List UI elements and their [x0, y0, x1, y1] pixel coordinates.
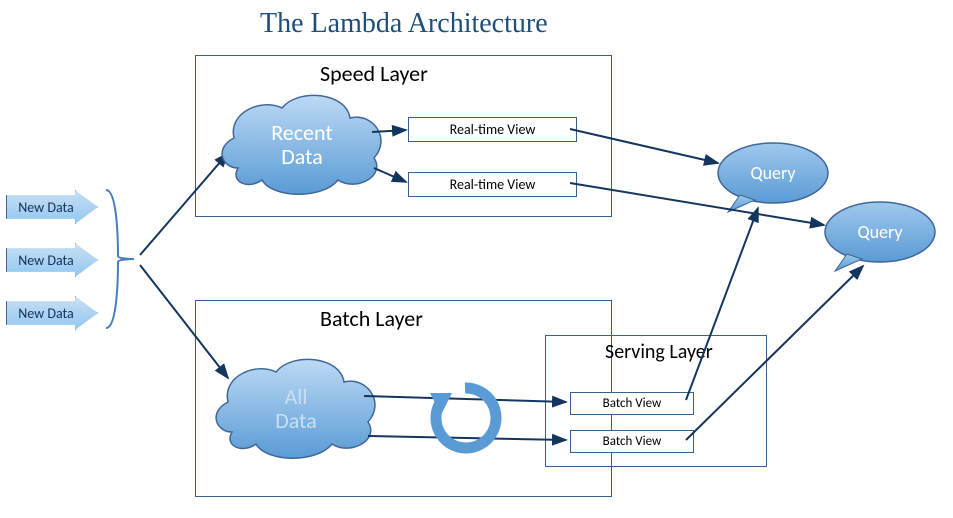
query-bubble: Query [825, 202, 935, 271]
new-data-arrow: New Data [6, 243, 98, 277]
batch-view-box: Batch View [570, 430, 694, 453]
query-bubble: Query [718, 143, 828, 212]
realtime-view-box: Real-time View [408, 117, 577, 142]
serving-layer-label: Serving Layer [605, 340, 713, 364]
batch-layer-label: Batch Layer [320, 305, 423, 332]
new-data-arrow: New Data [6, 296, 98, 330]
svg-text:Query: Query [857, 221, 903, 243]
realtime-view-box: Real-time View [408, 172, 577, 197]
svg-text:Query: Query [750, 162, 796, 184]
diagram-title: The Lambda Architecture [260, 8, 548, 40]
bracket-icon [104, 188, 140, 330]
speed-layer-label: Speed Layer [320, 60, 428, 87]
new-data-arrow: New Data [6, 190, 98, 224]
batch-view-box: Batch View [570, 392, 694, 415]
